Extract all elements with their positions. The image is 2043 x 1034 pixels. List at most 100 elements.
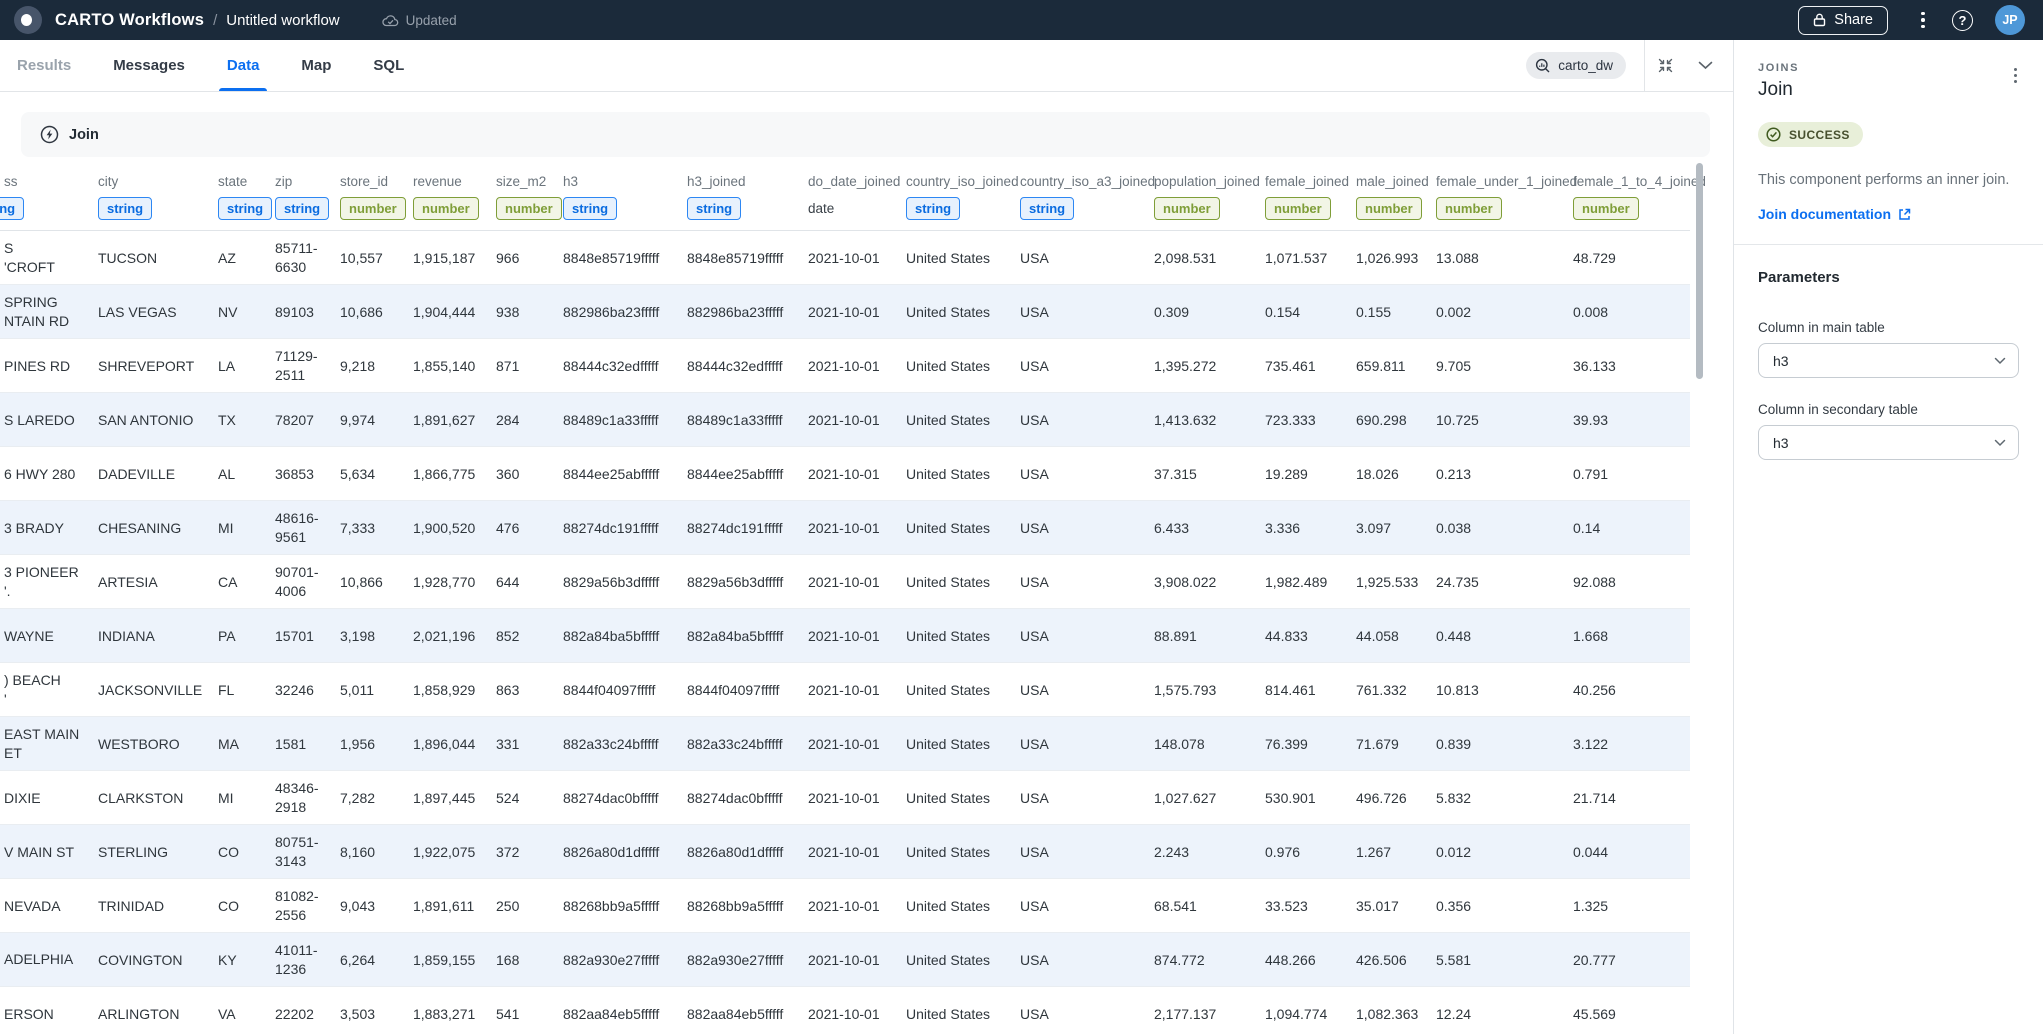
cell-h3_joined: 8848e85719fffff [687, 231, 808, 284]
workflow-name[interactable]: Untitled workflow [226, 12, 339, 29]
cell-female_1_to_4_joined: 92.088 [1573, 555, 1686, 608]
cell-female_joined: 0.976 [1265, 825, 1356, 878]
carto-logo-icon[interactable] [14, 6, 42, 34]
cell-female_joined: 723.333 [1265, 393, 1356, 446]
lock-icon [1813, 13, 1826, 27]
cell-revenue: 1,928,770 [413, 555, 496, 608]
cell-size_m2: 524 [496, 771, 563, 824]
tab-data[interactable]: Data [227, 40, 260, 91]
component-description: This component performs an inner join. [1758, 170, 2019, 190]
cell-h3_joined: 8844f04097fffff [687, 663, 808, 716]
tab-map[interactable]: Map [301, 40, 331, 91]
cell-do_date_joined: 2021-10-01 [808, 987, 906, 1034]
type-badge-number: number [1573, 197, 1639, 220]
cell-size_m2: 372 [496, 825, 563, 878]
panel-category: JOINS [1758, 62, 2019, 74]
navbar-right: Share ? JP [1798, 5, 2029, 35]
type-badge-string: string [218, 197, 272, 220]
chevron-down-icon[interactable] [1685, 61, 1725, 70]
cell-do_date_joined: 2021-10-01 [808, 339, 906, 392]
cell-store_id: 9,218 [340, 339, 413, 392]
cell-h3: 8826a80d1dfffff [563, 825, 687, 878]
cell-revenue: 1,866,775 [413, 447, 496, 500]
cell-city: LAS VEGAS [98, 285, 218, 338]
column-label: female_1_to_4_joined [1573, 174, 1676, 189]
cell-revenue: 1,922,075 [413, 825, 496, 878]
join-node-bar[interactable]: Join [21, 112, 1710, 157]
col-revenue: revenuenumber [413, 165, 496, 230]
cell-h3_joined: 88268bb9a5fffff [687, 879, 808, 932]
col-population_joined: population_joinednumber [1154, 165, 1265, 230]
cell-city: TUCSON [98, 231, 218, 284]
cell-city: SHREVEPORT [98, 339, 218, 392]
type-badge-string: string [1020, 197, 1074, 220]
connection-badge[interactable]: carto_dw [1526, 52, 1626, 79]
cell-do_date_joined: 2021-10-01 [808, 231, 906, 284]
column-label: zip [275, 174, 330, 189]
cell-male_joined: 44.058 [1356, 609, 1436, 662]
cell-city: ARTESIA [98, 555, 218, 608]
col-address: ssstring [0, 165, 98, 230]
data-explorer-icon [1535, 58, 1551, 74]
tab-results[interactable]: Results [17, 40, 71, 91]
col-do_date_joined: do_date_joineddate [808, 165, 906, 230]
cell-male_joined: 71.679 [1356, 717, 1436, 770]
status-badge: SUCCESS [1758, 122, 1863, 147]
cell-country_iso_a3_joined: USA [1020, 717, 1154, 770]
cell-male_joined: 3.097 [1356, 501, 1436, 554]
cell-city: STERLING [98, 825, 218, 878]
collapse-panel-icon[interactable] [1645, 57, 1685, 74]
cell-size_m2: 644 [496, 555, 563, 608]
cell-population_joined: 0.309 [1154, 285, 1265, 338]
table-row: ) BEACH'JACKSONVILLEFL322465,0111,858,92… [0, 663, 1690, 717]
col-state: statestring [218, 165, 275, 230]
cell-store_id: 8,160 [340, 825, 413, 878]
connection-badge-label: carto_dw [1558, 58, 1613, 73]
results-tabbar: Results Messages Data Map SQL carto_dw [0, 40, 1733, 92]
type-badge-string: string [687, 197, 741, 220]
column-label: female_joined [1265, 174, 1346, 189]
help-icon[interactable]: ? [1952, 10, 1973, 31]
cell-h3: 88268bb9a5fffff [563, 879, 687, 932]
cell-address: WAYNE [0, 609, 98, 662]
type-badge-date: date [808, 197, 834, 220]
avatar[interactable]: JP [1995, 5, 2025, 35]
secondary-table-column-select[interactable]: h3 [1758, 425, 2019, 460]
cell-zip: 71129-2511 [275, 339, 340, 392]
cell-female_1_to_4_joined: 0.14 [1573, 501, 1686, 554]
cell-female_under_1_joined: 9.705 [1436, 339, 1573, 392]
panel-kebab-menu-icon[interactable] [2010, 64, 2021, 87]
vertical-scrollbar-thumb[interactable] [1696, 163, 1703, 379]
cell-female_under_1_joined: 0.213 [1436, 447, 1573, 500]
cell-male_joined: 0.155 [1356, 285, 1436, 338]
top-navbar: CARTO Workflows / Untitled workflow Upda… [0, 0, 2043, 40]
tab-sql[interactable]: SQL [373, 40, 404, 91]
cell-female_joined: 1,071.537 [1265, 231, 1356, 284]
cell-revenue: 1,891,627 [413, 393, 496, 446]
cell-store_id: 3,198 [340, 609, 413, 662]
status-label: SUCCESS [1789, 128, 1850, 142]
cell-female_joined: 1,982.489 [1265, 555, 1356, 608]
cell-country_iso_joined: United States [906, 447, 1020, 500]
main-table-column-select[interactable]: h3 [1758, 343, 2019, 378]
table-row: 6 HWY 280DADEVILLEAL368535,6341,866,7753… [0, 447, 1690, 501]
cell-country_iso_a3_joined: USA [1020, 285, 1154, 338]
cell-male_joined: 1,082.363 [1356, 987, 1436, 1034]
documentation-link[interactable]: Join documentation [1758, 206, 1911, 222]
table-row: WAYNEINDIANAPA157013,1982,021,196852882a… [0, 609, 1690, 663]
navbar-kebab-menu-icon[interactable] [1914, 12, 1932, 29]
tab-messages[interactable]: Messages [113, 40, 185, 91]
cell-h3_joined: 88489c1a33fffff [687, 393, 808, 446]
col-female_1_to_4_joined: female_1_to_4_joinednumber [1573, 165, 1686, 230]
cell-female_under_1_joined: 0.356 [1436, 879, 1573, 932]
cell-revenue: 1,858,929 [413, 663, 496, 716]
cell-female_joined: 530.901 [1265, 771, 1356, 824]
share-button[interactable]: Share [1798, 6, 1888, 35]
cell-do_date_joined: 2021-10-01 [808, 501, 906, 554]
cell-address: EAST MAINET [0, 717, 98, 770]
cell-address: SPRINGNTAIN RD [0, 285, 98, 338]
cell-female_under_1_joined: 5.832 [1436, 771, 1573, 824]
parameters-title: Parameters [1758, 269, 2019, 286]
cell-male_joined: 690.298 [1356, 393, 1436, 446]
column-label: h3_joined [687, 174, 798, 189]
